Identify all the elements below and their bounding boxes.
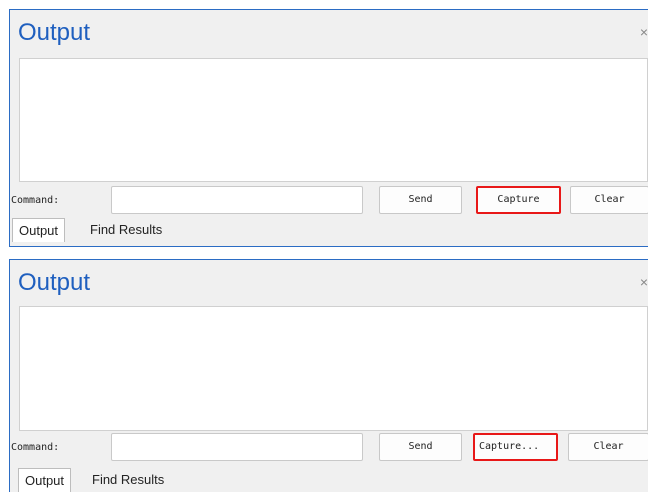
output-panel-after: Output × Command: Send Capture... Clear … [9, 259, 648, 492]
panel-title: Output [18, 19, 91, 46]
output-text-area[interactable] [19, 58, 648, 182]
close-icon[interactable]: × [640, 274, 648, 290]
clear-button[interactable]: Clear [570, 186, 648, 214]
panel-tab-strip: Output Find Results [10, 468, 648, 492]
command-label: Command: [11, 195, 60, 206]
panel-tab-strip: Output Find Results [10, 218, 648, 242]
command-input[interactable] [111, 433, 363, 461]
panel-title: Output [18, 269, 91, 296]
clear-button[interactable]: Clear [568, 433, 648, 461]
send-button[interactable]: Send [379, 433, 462, 461]
tab-find-results[interactable]: Find Results [84, 218, 168, 242]
command-row: Command: Send Capture Clear [10, 185, 648, 214]
tab-output[interactable]: Output [12, 218, 66, 242]
output-text-area[interactable] [19, 306, 648, 431]
command-input[interactable] [111, 186, 363, 214]
capture-button[interactable]: Capture... [473, 433, 558, 461]
capture-button[interactable]: Capture [476, 186, 561, 214]
output-panel-before: Output × Command: Send Capture Clear Out… [9, 9, 648, 247]
send-button[interactable]: Send [379, 186, 462, 214]
command-label: Command: [11, 442, 60, 453]
tab-output[interactable]: Output [18, 468, 72, 492]
command-row: Command: Send Capture... Clear [10, 432, 648, 461]
close-icon[interactable]: × [640, 24, 648, 40]
tab-find-results[interactable]: Find Results [86, 468, 170, 492]
